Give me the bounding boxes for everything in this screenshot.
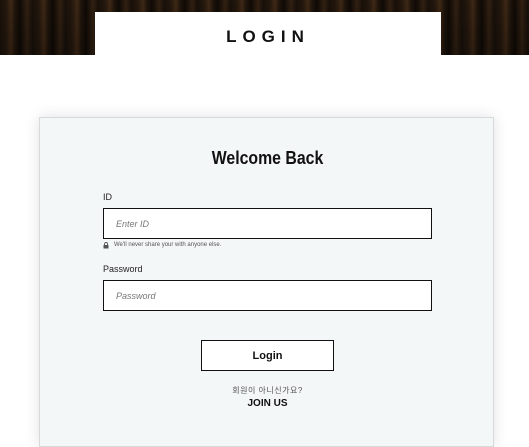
password-input[interactable] xyxy=(103,280,432,311)
lock-icon xyxy=(103,242,109,249)
id-help-text-row: We'll never share your with anyone else. xyxy=(103,242,222,249)
id-help-text: We'll never share your with anyone else. xyxy=(114,242,222,248)
login-card: Welcome Back ID We'll never share your w… xyxy=(39,117,494,447)
page-title-box: LOGIN xyxy=(95,12,441,55)
join-us-link[interactable]: JOIN US xyxy=(40,398,495,409)
id-input[interactable] xyxy=(103,208,432,239)
welcome-heading: Welcome Back xyxy=(211,148,324,168)
page-title: LOGIN xyxy=(226,26,310,46)
not-member-text: 회원이 아니신가요? xyxy=(232,386,303,395)
id-label: ID xyxy=(103,192,112,202)
login-button[interactable]: Login xyxy=(201,340,334,371)
password-label: Password xyxy=(103,264,143,274)
